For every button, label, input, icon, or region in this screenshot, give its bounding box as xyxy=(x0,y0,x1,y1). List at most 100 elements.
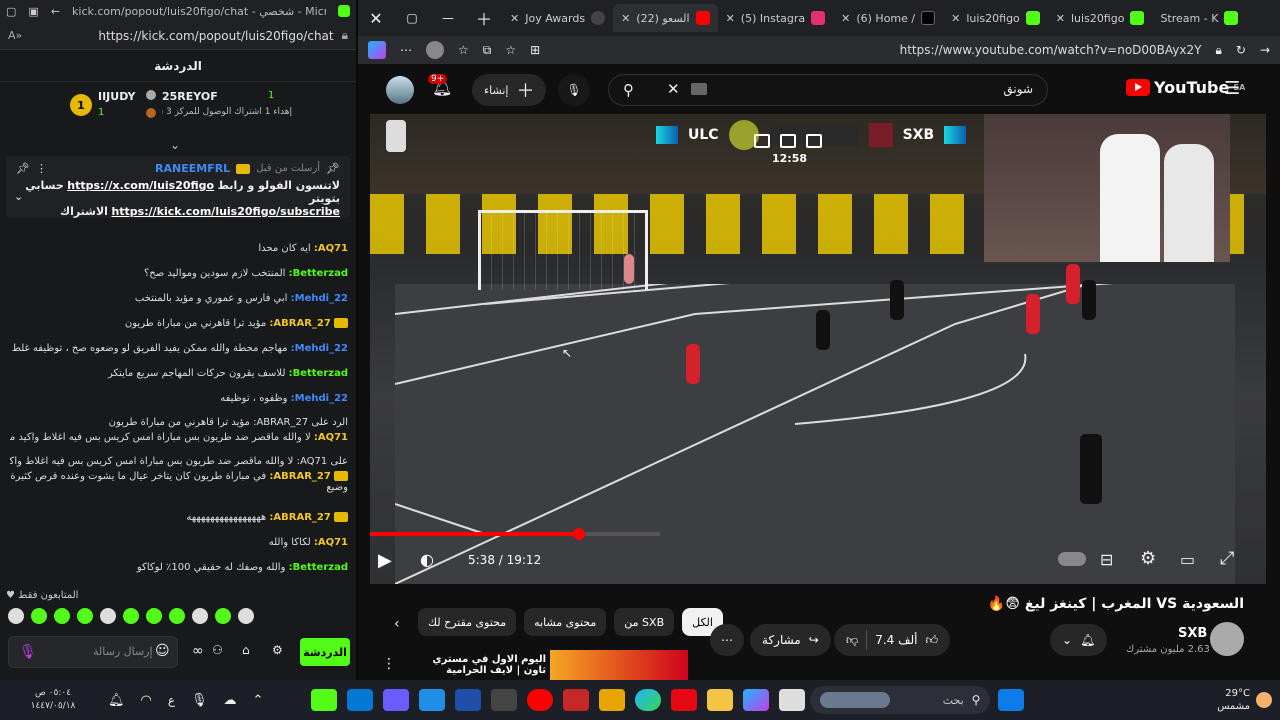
netflix-icon[interactable] xyxy=(671,689,698,711)
tab-kick-1[interactable]: ✕ luis20figo xyxy=(943,4,1048,32)
chat-username[interactable]: Betterzad: xyxy=(289,368,348,379)
tab-actions-icon[interactable]: ▣ xyxy=(28,5,38,18)
emote-icon[interactable] xyxy=(238,608,254,624)
like-icon[interactable]: 👍︎ xyxy=(926,633,939,648)
new-tab-icon[interactable]: ＋ xyxy=(466,6,502,30)
chip-recommended[interactable]: محتوى مقترح لك xyxy=(418,608,517,636)
pinned-link-x[interactable]: https://x.com/luis20figo xyxy=(67,179,214,192)
subscribe-bell-button[interactable]: ⌄ 🔔︎ xyxy=(1050,624,1108,656)
avatar[interactable] xyxy=(386,76,414,104)
clear-search-icon[interactable]: ✕ xyxy=(667,80,680,98)
app-icon[interactable] xyxy=(779,689,806,711)
chat-username[interactable]: Mehdi_22: xyxy=(291,343,348,354)
tab-youtube[interactable]: ✕ السعو (22) xyxy=(613,4,718,32)
app-icon[interactable] xyxy=(383,689,410,711)
fullscreen-icon[interactable]: ⤢ xyxy=(1220,548,1234,569)
emoji-icon[interactable]: ☺ xyxy=(155,643,170,659)
tab-kick-stream[interactable]: Stream - K xyxy=(1152,4,1246,32)
voice-search-icon[interactable]: 🎙︎ xyxy=(558,74,590,106)
kick-url-text[interactable]: https://kick.com/popout/luis20figo/chat xyxy=(30,29,333,43)
suggested-video-thumbnail[interactable] xyxy=(550,650,688,680)
copilot-icon[interactable] xyxy=(368,41,386,59)
emote-icon[interactable] xyxy=(54,608,70,624)
settings-gear-icon[interactable]: ⚙ xyxy=(272,643,283,657)
keyboard-icon[interactable] xyxy=(691,83,707,95)
back-icon[interactable]: ← xyxy=(51,5,60,18)
weather-widget[interactable]: 29°C مشمس xyxy=(1217,687,1272,713)
wifi-icon[interactable]: ◠ xyxy=(141,693,152,708)
taskbar-search[interactable]: بحث ⚲ xyxy=(810,686,991,714)
tab-close-icon[interactable]: ✕ xyxy=(510,12,519,25)
chip-from-channel[interactable]: من SXB xyxy=(614,608,675,636)
close-window-icon[interactable]: ✕ xyxy=(358,9,394,28)
store-icon[interactable]: ⌂ xyxy=(242,643,250,657)
volume-icon[interactable]: ◐ xyxy=(420,550,434,569)
store-icon[interactable] xyxy=(599,689,626,711)
chat-username[interactable]: AQ71: xyxy=(314,243,348,254)
emote-icon[interactable] xyxy=(77,608,93,624)
like-count[interactable]: 7.4 ألف xyxy=(875,633,917,647)
tab-kick-2[interactable]: ✕ luis20figo xyxy=(1048,4,1153,32)
search-icon[interactable]: ⚲ xyxy=(623,81,634,99)
tab-x-home[interactable]: ✕ (6) Home / xyxy=(833,4,943,32)
play-icon[interactable]: ▶ xyxy=(378,550,392,571)
profile-avatar[interactable] xyxy=(426,41,444,59)
channel-avatar[interactable] xyxy=(1210,622,1244,656)
microphone-icon[interactable]: 🎙︎ xyxy=(19,644,37,660)
kick-address-bar[interactable]: A» https://kick.com/popout/luis20figo/ch… xyxy=(0,22,356,50)
reader-icon[interactable]: A» xyxy=(8,29,22,42)
favorites-icon[interactable]: ☆ xyxy=(458,43,469,57)
extensions-icon[interactable]: ⧉ xyxy=(483,43,492,58)
hamburger-menu-icon[interactable]: ☰ xyxy=(1224,78,1240,99)
kick-app-icon[interactable] xyxy=(311,689,338,711)
tray-chevron-icon[interactable]: ⌃ xyxy=(253,693,264,708)
tab-close-icon[interactable]: ✕ xyxy=(726,12,735,25)
autoplay-toggle[interactable] xyxy=(1058,552,1086,566)
channel-name[interactable]: SXB xyxy=(1178,626,1207,641)
forward-icon[interactable]: → xyxy=(1260,43,1270,57)
chat-username[interactable]: AQ71: xyxy=(314,537,348,548)
unpin-icon[interactable]: 📌︎ xyxy=(16,162,30,175)
fullscreen-window-icon[interactable] xyxy=(806,134,822,148)
tab-close-icon[interactable]: ✕ xyxy=(621,12,630,25)
language-indicator[interactable]: ع xyxy=(168,693,175,707)
lock-icon[interactable]: 🔒︎ xyxy=(342,28,348,43)
tab-instagram[interactable]: ✕ (5) Instagra xyxy=(718,4,834,32)
infinity-icon[interactable]: ∞ xyxy=(192,643,204,659)
users-icon[interactable]: ⚇ xyxy=(212,643,223,657)
chips-prev-chevron-icon[interactable]: ‹ xyxy=(394,616,400,632)
emote-icon[interactable] xyxy=(192,608,208,624)
chat-input[interactable]: 🎙︎ إرسال رسالة ☺ xyxy=(8,636,178,668)
cloud-icon[interactable]: ☁ xyxy=(224,693,237,708)
emote-icon[interactable] xyxy=(100,608,116,624)
copilot-icon[interactable] xyxy=(743,689,770,711)
start-windows-icon[interactable] xyxy=(998,689,1025,711)
pin-menu-icon[interactable]: ⋮ xyxy=(36,162,47,175)
chat-username[interactable]: ABRAR_27: xyxy=(269,471,330,482)
pinned-link-subscribe[interactable]: https://kick.com/luis20figo/subscribe xyxy=(111,205,340,218)
restore-icon[interactable]: ▢ xyxy=(394,11,430,25)
chat-username[interactable]: Betterzad: xyxy=(289,268,348,279)
chat-username[interactable]: AQ71: xyxy=(314,432,348,443)
minimize-icon[interactable]: — xyxy=(430,11,466,25)
tab-close-icon[interactable]: ✕ xyxy=(1056,12,1065,25)
video-player[interactable]: ULC SXB 12:58 ↖ xyxy=(370,114,1266,584)
emote-icon[interactable] xyxy=(169,608,185,624)
app-icon[interactable] xyxy=(455,689,482,711)
app-icon[interactable] xyxy=(491,689,518,711)
copy-icon[interactable] xyxy=(754,134,770,148)
more-actions-button[interactable]: ⋯ xyxy=(710,624,744,656)
chat-input-placeholder[interactable]: إرسال رسالة xyxy=(93,645,153,658)
chat-send-button[interactable]: الدردشة xyxy=(300,638,350,666)
emote-icon[interactable] xyxy=(31,608,47,624)
notification-icon[interactable]: 🔔︎ xyxy=(108,693,125,708)
picture-in-picture-icon[interactable] xyxy=(780,134,796,148)
tab-close-icon[interactable]: ✕ xyxy=(841,12,850,25)
search-input[interactable]: ⚲ ✕ شونق xyxy=(608,74,1048,106)
emote-icon[interactable] xyxy=(123,608,139,624)
app-icon[interactable] xyxy=(563,689,590,711)
site-info-icon[interactable]: 🔒︎ xyxy=(1215,43,1221,58)
pin-collapse-icon[interactable]: ⌄ xyxy=(14,190,23,203)
outlook-icon[interactable] xyxy=(347,689,374,711)
dislike-icon[interactable]: 👎︎ xyxy=(846,633,858,648)
